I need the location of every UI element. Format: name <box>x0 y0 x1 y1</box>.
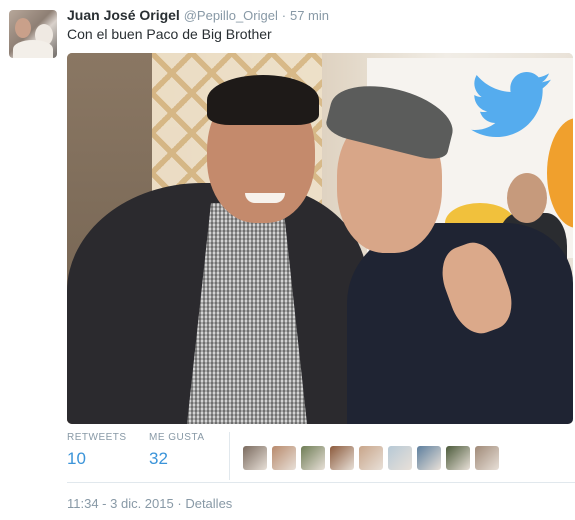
retweets-count[interactable]: 10 <box>67 449 127 469</box>
liker-avatar[interactable] <box>417 446 441 470</box>
photo-background-person <box>507 173 547 223</box>
likes-label: ME GUSTA <box>149 432 205 443</box>
author-handle[interactable]: @Pepillo_Origel <box>184 8 278 23</box>
likes-count[interactable]: 32 <box>149 449 204 469</box>
liker-avatar[interactable] <box>330 446 354 470</box>
avatar-face <box>15 18 31 38</box>
tweet-photo[interactable] <box>67 53 573 424</box>
footer-divider <box>67 482 575 483</box>
liker-avatars <box>243 446 504 472</box>
tweet-header: Juan José Origel @Pepillo_Origel · 57 mi… <box>67 7 329 25</box>
photo-man-left-smile <box>245 193 285 203</box>
author-avatar[interactable] <box>9 10 57 58</box>
liker-avatar[interactable] <box>446 446 470 470</box>
tweet-footer: 11:34 - 3 dic. 2015 · Detalles <box>67 496 232 511</box>
liker-avatar[interactable] <box>243 446 267 470</box>
retweets-label: RETWEETS <box>67 432 127 443</box>
author-name[interactable]: Juan José Origel <box>67 7 180 23</box>
stats-divider <box>229 432 230 480</box>
twitter-bird-icon <box>471 72 551 137</box>
header-separator: · <box>281 8 287 23</box>
likes-stat[interactable]: ME GUSTA 32 <box>149 432 204 469</box>
footer-separator: · <box>177 496 182 511</box>
liker-avatar[interactable] <box>388 446 412 470</box>
liker-avatar[interactable] <box>359 446 383 470</box>
tweet-text: Con el buen Paco de Big Brother <box>67 26 272 42</box>
liker-avatar[interactable] <box>301 446 325 470</box>
photo-man-left-hair <box>207 75 319 125</box>
liker-avatar[interactable] <box>475 446 499 470</box>
relative-timestamp[interactable]: 57 min <box>290 8 329 23</box>
avatar-dog <box>13 40 53 58</box>
tweet-stats: RETWEETS 10 ME GUSTA 32 <box>67 432 575 482</box>
full-timestamp[interactable]: 11:34 - 3 dic. 2015 <box>67 496 174 511</box>
details-link[interactable]: Detalles <box>185 496 232 511</box>
retweets-stat[interactable]: RETWEETS 10 <box>67 432 127 469</box>
liker-avatar[interactable] <box>272 446 296 470</box>
